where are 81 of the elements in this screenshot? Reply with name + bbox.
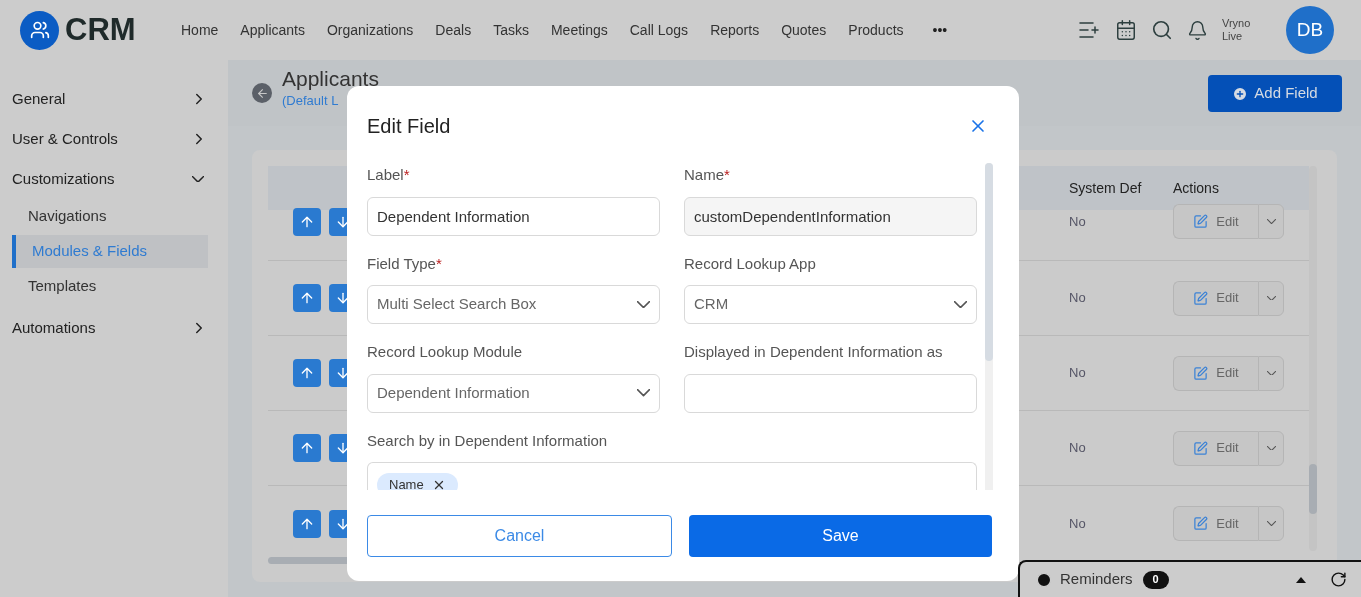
notification-icon[interactable] [1187, 19, 1208, 41]
table-cell-text: No [1069, 364, 1087, 383]
logo-icon [20, 10, 59, 50]
chevron-down-icon [954, 300, 967, 309]
edit-icon [1193, 214, 1209, 229]
table-cell-text: No [1069, 439, 1087, 458]
move-up-button[interactable] [293, 207, 321, 236]
table-cell-text: No [1069, 514, 1087, 533]
refresh-icon[interactable] [1330, 571, 1347, 588]
edit-icon [1193, 365, 1209, 381]
nav-link[interactable]: Home [180, 19, 220, 41]
more-menu[interactable]: ••• [932, 19, 948, 41]
instance-name: Vryno Live [1222, 17, 1252, 43]
nav-link[interactable]: Tasks [492, 19, 530, 41]
add-field-button[interactable]: Add Field [1208, 75, 1342, 112]
move-up-button[interactable] [293, 434, 321, 462]
field-label: Search by in Dependent Information [367, 430, 609, 451]
required-mark: * [403, 166, 410, 183]
reminders-label[interactable]: Reminders [1060, 568, 1133, 591]
page-title: Applicants [282, 67, 379, 91]
chevron-down-icon [1266, 521, 1276, 526]
chevron-down-icon [1266, 370, 1276, 376]
calendar-icon[interactable] [1115, 19, 1137, 41]
cancel-button[interactable]: Cancel [367, 515, 672, 557]
select-field[interactable]: Dependent Information [367, 373, 660, 413]
text-field[interactable]: Dependent Information [367, 196, 660, 236]
tag-label: Name [389, 476, 424, 490]
nav-link[interactable]: Quotes [780, 19, 828, 41]
caret-up-icon[interactable] [1296, 576, 1306, 583]
column-header: Actions [1173, 178, 1219, 198]
table-cell-text: No [1069, 289, 1087, 308]
dialog-title: Edit Field [367, 113, 451, 139]
sidebar-group[interactable]: Automations [12, 317, 208, 339]
page-subtitle: (Default L [282, 92, 340, 110]
sidebar-item[interactable]: Navigations [12, 200, 208, 233]
field-label: Record Lookup Module [367, 342, 524, 362]
text-field[interactable] [684, 373, 977, 413]
sidebar-group[interactable]: User & Controls [12, 128, 208, 150]
edit-icon [1193, 290, 1209, 306]
select-field[interactable]: CRM [684, 285, 977, 324]
sidebar-group[interactable]: General [12, 88, 208, 110]
chevron-down-icon [637, 389, 650, 397]
tag-select-field[interactable]: Name [367, 462, 977, 490]
nav-link[interactable]: Call Logs [628, 19, 690, 41]
logo-text: CRM [65, 10, 136, 49]
column-header: System Def [1069, 178, 1143, 198]
move-up-button[interactable] [293, 509, 321, 538]
required-mark: * [724, 166, 730, 183]
scrollbar-thumb[interactable] [985, 163, 993, 361]
search-icon[interactable] [1151, 19, 1173, 41]
nav-link[interactable]: Reports [709, 19, 761, 41]
nav-link[interactable]: Products [847, 19, 905, 41]
edit-icon [1193, 440, 1209, 456]
nav-link[interactable]: Meetings [549, 19, 609, 41]
chevron-down-icon [1266, 219, 1276, 224]
scrollbar-thumb[interactable] [1309, 464, 1317, 514]
nav-link[interactable]: Organizations [325, 19, 415, 41]
move-up-button[interactable] [293, 284, 321, 312]
field-label: Displayed in Dependent Information as [684, 342, 944, 362]
edit-icon [1193, 516, 1209, 531]
field-label: Label* [367, 165, 411, 185]
save-button[interactable]: Save [689, 515, 992, 557]
chevron-down-icon [637, 300, 650, 309]
text-field[interactable]: customDependentInformation [684, 196, 977, 236]
nav-link[interactable]: Deals [434, 19, 473, 41]
field-label: Record Lookup App [684, 253, 817, 274]
required-mark: * [435, 254, 442, 272]
chevron-down-icon [1266, 445, 1276, 451]
nav-link[interactable]: Applicants [239, 19, 306, 41]
user-avatar[interactable]: DB [1286, 6, 1334, 54]
table-cell-text: No [1069, 212, 1087, 231]
sidebar-group[interactable]: Customizations [12, 168, 208, 190]
select-field[interactable]: Multi Select Search Box [367, 285, 660, 324]
back-icon[interactable] [252, 83, 272, 103]
sidebar-item[interactable]: Templates [12, 270, 208, 303]
chevron-down-icon [1266, 295, 1276, 301]
field-label: Field Type* [367, 253, 443, 274]
move-up-button[interactable] [293, 359, 321, 387]
field-label: Name* [684, 165, 731, 185]
reminders-count: 0 [1142, 570, 1169, 589]
plus-icon [1232, 85, 1249, 102]
